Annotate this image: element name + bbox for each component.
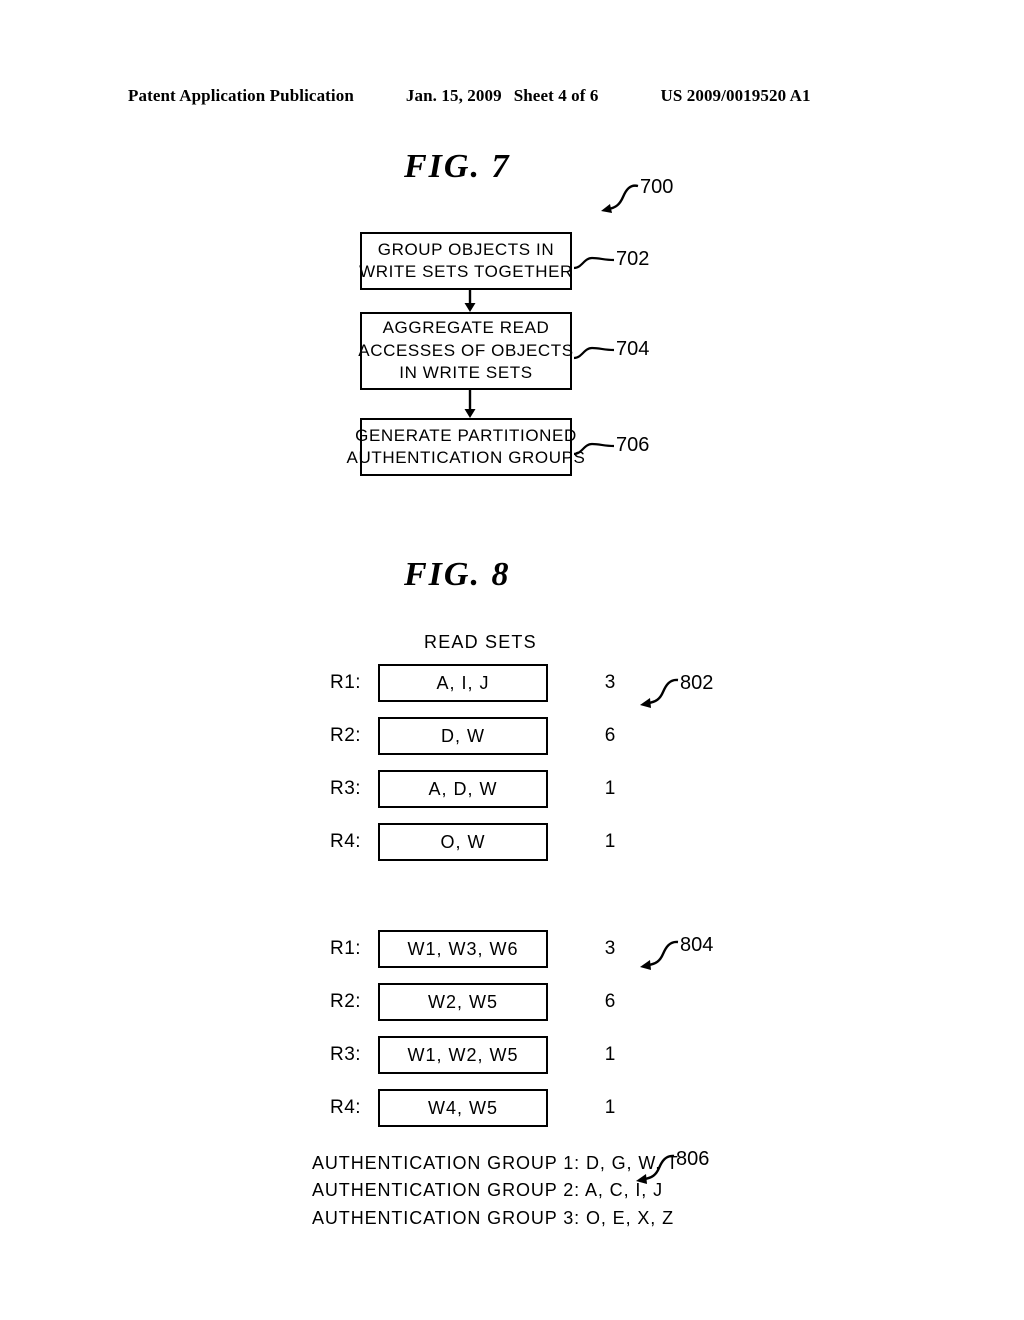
- write-set-row-label: R4:: [330, 1097, 362, 1118]
- reference-callout-806: 806: [632, 1148, 709, 1186]
- flow-connector-702-704: [463, 290, 477, 312]
- header-publication-title: Patent Application Publication: [128, 86, 354, 105]
- callout-leader-arrow-icon: [636, 1154, 675, 1184]
- reference-number-702: 702: [616, 248, 650, 270]
- read-set-row: R1: A, I, J 3: [330, 664, 650, 702]
- write-set-row: R4: W4, W5 1: [330, 1089, 650, 1127]
- callout-leader-line-icon: [573, 256, 615, 270]
- read-set-row-count: 6: [604, 725, 616, 746]
- read-sets-title: READ SETS: [424, 632, 537, 652]
- down-arrow-icon: [464, 390, 476, 418]
- flow-step-704-line-1: AGGREGATE READ: [382, 318, 550, 338]
- callout-leader-line-icon: [573, 346, 615, 360]
- flow-step-706-line-1: GENERATE PARTITIONED: [355, 425, 577, 445]
- callout-leader-arrow-icon: [640, 940, 679, 970]
- flow-step-706-line-2: AUTHENTICATION GROUPS: [346, 448, 586, 467]
- read-set-row-label: R3:: [330, 778, 362, 799]
- flow-step-704-line-2: ACCESSES OF OBJECTS: [358, 340, 574, 360]
- reference-callout-704: 704: [572, 338, 649, 364]
- reference-number-706: 706: [616, 434, 650, 456]
- write-set-row-count: 6: [604, 991, 616, 1012]
- read-set-row-count: 1: [604, 831, 616, 852]
- reference-number-802: 802: [680, 672, 714, 694]
- reference-number-704: 704: [616, 338, 650, 360]
- reference-callout-802: 802: [636, 672, 713, 710]
- callout-leader-arrow-icon: [601, 184, 639, 213]
- write-set-row: R3: W1, W2, W5 1: [330, 1036, 650, 1074]
- read-set-row-contents: D, W: [378, 717, 548, 755]
- authentication-group-line: AUTHENTICATION GROUP 3: O, E, X, Z: [312, 1207, 674, 1228]
- write-set-row: R1: W1, W3, W6 3: [330, 930, 650, 968]
- figure-8-caption: FIG. 8: [404, 556, 511, 593]
- read-set-row: R4: O, W 1: [330, 823, 650, 861]
- write-set-row: R2: W2, W5 6: [330, 983, 650, 1021]
- figure-7-caption: FIG. 7: [404, 148, 511, 185]
- read-set-row-label: R1:: [330, 672, 362, 693]
- reference-number-804: 804: [680, 934, 714, 956]
- read-set-row: R2: D, W 6: [330, 717, 650, 755]
- reference-number-700: 700: [640, 176, 674, 198]
- read-set-row-count: 1: [604, 778, 616, 799]
- write-set-row-count: 1: [604, 1044, 616, 1065]
- write-set-row-count: 3: [604, 938, 616, 959]
- callout-leader-line-icon: [573, 442, 615, 456]
- read-set-row-label: R2:: [330, 725, 362, 746]
- flow-step-704-line-3: IN WRITE SETS: [399, 363, 533, 383]
- callout-leader-arrow-icon: [640, 678, 679, 708]
- authentication-group-line: AUTHENTICATION GROUP 1: D, G, W, T: [312, 1153, 679, 1173]
- flow-step-704: AGGREGATE READ ACCESSES OF OBJECTS IN WR…: [358, 312, 574, 390]
- header-sheet-number: Sheet 4 of 6: [513, 86, 599, 105]
- read-set-row-contents: O, W: [378, 823, 548, 861]
- read-set-row-contents: A, I, J: [378, 664, 548, 702]
- write-set-row-contents: W1, W3, W6: [378, 930, 548, 968]
- reference-callout-702: 702: [572, 248, 649, 274]
- down-arrow-icon: [464, 290, 476, 312]
- write-set-row-label: R3:: [330, 1044, 362, 1065]
- reference-callout-804: 804: [636, 934, 713, 972]
- page-header: Patent Application Publication Jan. 15, …: [128, 86, 896, 106]
- read-set-row-label: R4:: [330, 831, 362, 852]
- reference-number-806: 806: [676, 1148, 710, 1170]
- write-set-row-label: R2:: [330, 991, 362, 1012]
- write-set-row-contents: W1, W2, W5: [378, 1036, 548, 1074]
- flow-connector-704-706: [463, 390, 477, 418]
- read-set-row: R3: A, D, W 1: [330, 770, 650, 808]
- header-date: Jan. 15, 2009: [405, 86, 502, 105]
- header-patent-number: US 2009/0019520 A1: [660, 86, 811, 105]
- authentication-groups-list: AUTHENTICATION GROUP 1: D, G, W, T AUTHE…: [312, 1150, 679, 1232]
- write-set-row-count: 1: [604, 1097, 616, 1118]
- read-set-row-contents: A, D, W: [378, 770, 548, 808]
- write-set-row-label: R1:: [330, 938, 362, 959]
- flow-step-706: GENERATE PARTITIONED AUTHENTICATION GROU…: [347, 418, 585, 476]
- flow-step-702-line-2: WRITE SETS TOGETHER: [359, 262, 573, 281]
- write-set-row-contents: W4, W5: [378, 1089, 548, 1127]
- flow-step-702-line-1: GROUP OBJECTS IN: [377, 239, 555, 259]
- write-set-row-contents: W2, W5: [378, 983, 548, 1021]
- reference-callout-706: 706: [572, 434, 649, 460]
- reference-callout-700: 700: [596, 176, 673, 216]
- read-set-row-count: 3: [604, 672, 616, 693]
- authentication-group-line: AUTHENTICATION GROUP 2: A, C, I, J: [312, 1180, 663, 1201]
- flow-step-702: GROUP OBJECTS IN WRITE SETS TOGETHER: [359, 232, 573, 290]
